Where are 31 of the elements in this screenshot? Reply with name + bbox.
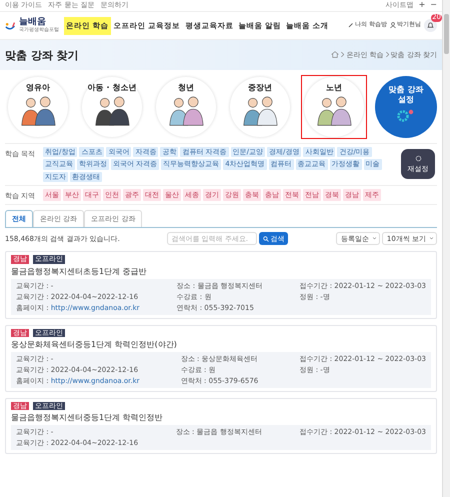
age-group-label: 청년 [178,83,194,92]
gear-icon [397,108,415,122]
pencil-icon [348,22,354,28]
person-icon [390,22,396,28]
chevron-icon [386,52,389,58]
zoom-out-button[interactable]: − [430,1,437,10]
custom-setting-button[interactable]: 맞춤 강좌 설정 [375,76,437,138]
people-drawing [94,94,130,126]
people-drawing [242,94,278,126]
logo-name: 늘배움 [19,17,46,28]
course-title[interactable]: 물금읍행정복지센터초등1단계 중급반 [11,266,431,277]
notification-button[interactable] [424,19,437,32]
course-title[interactable]: 물금읍행정복지센터중등1단계 학력인정반 [11,412,431,424]
scrollbar-thumb[interactable] [444,14,449,54]
search-icon [263,236,270,242]
age-group-card[interactable]: 노년 [301,75,367,139]
people-drawing [20,94,56,126]
people-drawing [316,94,352,126]
age-group-label: 노년 [326,83,342,92]
age-group-label: 아동 · 청소년 [88,83,136,92]
age-group-label: 영유아 [26,83,50,92]
zoom-in-button[interactable]: + [418,1,426,10]
bell-icon [427,22,434,29]
settings-icon [414,154,422,162]
page-title: 맞춤 강좌 찾기 [5,48,79,62]
course-title[interactable]: 웅상문화체육센터중등1단계 학력인정반(야간) [11,338,431,350]
age-group-label: 중장년 [248,83,272,92]
home-icon[interactable] [331,51,340,58]
chevron-icon [341,52,344,58]
people-drawing [168,94,204,126]
logo-icon [5,20,17,30]
